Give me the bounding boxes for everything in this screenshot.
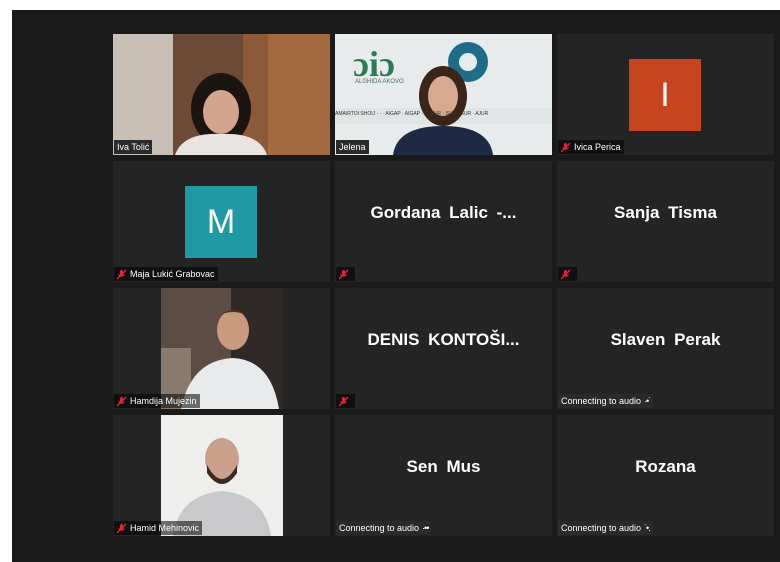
participant-label: [558, 267, 577, 281]
loading-dots-icon: ·•˙: [644, 396, 651, 406]
audio-status: Connecting to audio ·•˙: [558, 394, 654, 408]
participant-display-name: DENIS KONTOŠI...: [367, 330, 520, 349]
audio-status-text: Connecting to audio: [561, 396, 642, 406]
gallery-view: Iva Tolić ɔiɔ ALGHIDA AKOVO AMAIRTOI SHO…: [12, 10, 780, 562]
audio-status: Connecting to audio ˙•.: [558, 521, 653, 535]
participant-tile-slaven-perak[interactable]: Slaven Perak Connecting to audio ·•˙: [557, 288, 774, 409]
participant-video: [161, 415, 283, 536]
participant-display-name: Slaven Perak: [610, 330, 721, 349]
participant-tile-iva-tolic[interactable]: Iva Tolić: [113, 34, 330, 155]
participant-tile-jelena[interactable]: ɔiɔ ALGHIDA AKOVO AMAIRTOI SHOIJ · · · A…: [335, 34, 552, 155]
audio-status: Connecting to audio ·••: [336, 521, 432, 535]
participant-tile-hamdija-mujezin[interactable]: Hamdija Mujezin: [113, 288, 330, 409]
participant-label: [336, 394, 355, 408]
participant-tile-gordana-lalic[interactable]: Gordana Lalic -...: [335, 161, 552, 282]
participant-tile-denis-kontosi[interactable]: DENIS KONTOŠI...: [335, 288, 552, 409]
banner-text: AMAIRTOI SHOIJ · · · AIGAP · AIGAP · · ·…: [335, 111, 489, 117]
participant-tile-sanja-tisma[interactable]: Sanja Tisma: [557, 161, 774, 282]
participant-tile-maja-lukic-grabovac[interactable]: M Maja Lukić Grabovac: [113, 161, 330, 282]
participant-display-name: Sen Mus: [406, 457, 481, 476]
participant-name: Hamdija Mujezin: [130, 396, 197, 406]
mic-off-icon: [338, 396, 349, 406]
mic-off-icon: [338, 269, 349, 279]
participant-tile-ivica-perica[interactable]: I Ivica Perica: [557, 34, 774, 155]
participant-label: [336, 267, 355, 281]
mic-off-icon: [560, 142, 571, 152]
avatar: I: [629, 59, 701, 131]
mic-off-icon: [116, 523, 127, 533]
participant-label: Hamid Mehinovic: [114, 521, 203, 535]
audio-status-text: Connecting to audio: [339, 523, 420, 533]
participant-display-name: Rozana: [635, 457, 696, 476]
participant-name: Hamid Mehinovic: [130, 523, 200, 533]
participant-video: ɔiɔ ALGHIDA AKOVO AMAIRTOI SHOIJ · · · A…: [335, 34, 552, 155]
participant-name: Maja Lukić Grabovac: [130, 269, 215, 279]
mic-off-icon: [116, 396, 127, 406]
loading-dots-icon: ˙•.: [644, 523, 651, 533]
participant-label: Ivica Perica: [558, 140, 624, 154]
participant-label: Maja Lukić Grabovac: [114, 267, 218, 281]
participant-video: [113, 34, 330, 155]
participant-name: Ivica Perica: [574, 142, 621, 152]
loading-dots-icon: ·••: [422, 523, 429, 533]
participant-display-name: Sanja Tisma: [614, 203, 717, 222]
participant-name: Iva Tolić: [114, 140, 153, 154]
mic-off-icon: [116, 269, 127, 279]
participant-tile-hamid-mehinovic[interactable]: Hamid Mehinovic: [113, 415, 330, 536]
avatar: M: [185, 186, 257, 258]
audio-status-text: Connecting to audio: [561, 523, 642, 533]
participant-display-name: Gordana Lalic -...: [370, 203, 517, 222]
svg-text:ɔiɔ: ɔiɔ: [353, 44, 395, 84]
mic-off-icon: [560, 269, 571, 279]
participant-name: Jelena: [336, 140, 369, 154]
participant-tile-sen-mus[interactable]: Sen Mus Connecting to audio ·••: [335, 415, 552, 536]
participant-video: [161, 288, 283, 409]
banner-logo-text: ALGHIDA AKOVO: [355, 79, 404, 85]
participant-label: Hamdija Mujezin: [114, 394, 200, 408]
participant-tile-rozana[interactable]: Rozana Connecting to audio ˙•.: [557, 415, 774, 536]
